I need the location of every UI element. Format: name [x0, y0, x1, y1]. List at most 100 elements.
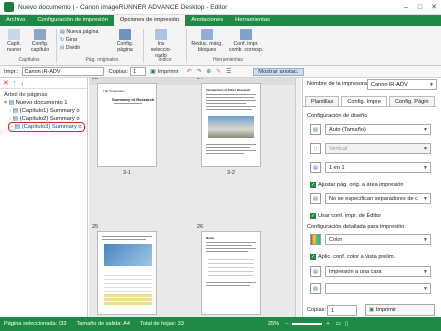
- view-icon[interactable]: ☰: [226, 69, 231, 75]
- vertical-scrollbar[interactable]: [295, 78, 301, 317]
- page-settings-label: Config. página: [116, 41, 134, 53]
- chevron-down-icon: ▼: [429, 82, 434, 88]
- tree-item-chapter3-label: (Capítulo3) Summary o: [21, 124, 82, 130]
- duplex-select[interactable]: Impresión a una cara ▼: [325, 266, 431, 277]
- rotate-button[interactable]: ↻ Girar: [60, 37, 77, 43]
- finishing-select[interactable]: ▼: [325, 283, 431, 294]
- zoom-slider[interactable]: [292, 323, 323, 325]
- tab-anotaciones[interactable]: Anotaciones: [185, 15, 229, 26]
- tree-item-chapter1-label: (Capítulo1) Summary o: [19, 108, 80, 114]
- chevron-down-icon: ▼: [423, 165, 428, 171]
- apply-color-preview-checkbox[interactable]: ✓: [310, 254, 316, 260]
- print-button-label: Imprimir: [375, 307, 397, 313]
- redo-icon[interactable]: ↷: [196, 69, 201, 75]
- combined-print-icon: [240, 29, 252, 40]
- page-table-highlight: [104, 294, 152, 306]
- group-label-index: Índice: [158, 57, 172, 63]
- fit-page-icon[interactable]: ▭: [336, 321, 341, 327]
- move-up-icon[interactable]: ↑: [13, 80, 17, 87]
- page-photo: [208, 116, 254, 138]
- maximize-button[interactable]: □: [413, 0, 427, 14]
- zoom-in-icon[interactable]: +: [326, 321, 329, 327]
- printer-select[interactable]: Canon iR-ADV: [21, 67, 104, 76]
- tab-archivo[interactable]: Archivo: [0, 15, 31, 26]
- copies-value: 1: [331, 308, 335, 314]
- page-thumbnail-23[interactable]: The Corporation Summary of Research: [97, 83, 157, 167]
- separator-value: No se especifican separadores de c: [329, 196, 418, 202]
- undo-icon[interactable]: ↶: [187, 69, 192, 75]
- orientation-select[interactable]: Vertical ▼: [325, 143, 431, 154]
- copies-label: Copias:: [108, 68, 129, 75]
- combined-print-button[interactable]: Conf. impr. comb. corresp.: [226, 29, 266, 53]
- page-settings-button[interactable]: Config. página: [112, 29, 138, 53]
- minimize-button[interactable]: –: [399, 0, 413, 14]
- reduce-margins-label: Reduc. márg. bloques: [191, 41, 223, 53]
- zoom-out-icon[interactable]: −: [285, 321, 288, 327]
- layout-select[interactable]: Auto (Tamaño) ▼: [325, 124, 431, 135]
- split-button[interactable]: ⊟ Dividir: [60, 45, 80, 51]
- tree-item-chapter1[interactable]: › ▤ (Capítulo1) Summary o: [9, 108, 80, 114]
- quick-toolbar: Impr.: Canon iR-ADV Copias: 1 ▣ Imprimir…: [0, 66, 441, 78]
- pen-icon[interactable]: ✎: [216, 69, 221, 75]
- chapter-settings-button[interactable]: Config. capítulo: [27, 29, 53, 53]
- single-page-icon[interactable]: ▯: [345, 321, 348, 327]
- move-down-icon[interactable]: ↓: [20, 80, 24, 87]
- page-thumbnail-25[interactable]: [97, 231, 157, 315]
- copies-input[interactable]: 1: [327, 305, 357, 316]
- tab-config-pagin[interactable]: Config. Págin: [388, 96, 435, 106]
- page-number: 25: [92, 224, 99, 230]
- copies-input[interactable]: 1: [130, 67, 147, 76]
- insert-selected-button[interactable]: Ins seleccio-nado: [147, 29, 175, 59]
- close-tree-icon[interactable]: ✕: [3, 79, 9, 87]
- print-button[interactable]: ▣ Imprimir: [365, 304, 435, 316]
- group-label-chapters: Capítulos: [18, 57, 40, 63]
- print-icon[interactable]: ▣: [150, 69, 155, 75]
- tab-plantillas[interactable]: Plantillas: [305, 96, 340, 106]
- page-thumbnail-24[interactable]: Introduction of Other Research: [201, 83, 261, 167]
- page-table: [208, 256, 254, 276]
- separator-select[interactable]: No se especifican separadores de c ▼: [325, 193, 431, 204]
- new-chapter-button[interactable]: Capít. nuevo: [3, 29, 25, 53]
- detailed-settings-heading: Configuración detallada para impresión: [307, 224, 405, 230]
- apply-color-preview-label: Aplic. conf. color a vista prelim.: [318, 254, 396, 260]
- close-button[interactable]: ✕: [427, 0, 441, 14]
- page-map-image: [104, 244, 152, 266]
- group-label-tools: Herramientas: [212, 57, 243, 63]
- split-label: Dividir: [65, 45, 81, 51]
- new-page-button[interactable]: ▤ Nueva página: [60, 29, 98, 35]
- print-settings-panel: Nombre de la impresora: Canon iR-ADV ▼ Pl…: [302, 78, 441, 317]
- tab-config-impre[interactable]: Config. Impre: [341, 96, 387, 106]
- zoom-icon[interactable]: ⊕: [206, 69, 211, 75]
- page-title: The Corporation: [103, 89, 125, 93]
- zoom-level: 25%: [267, 321, 280, 327]
- tab-configuracion-impresion[interactable]: Configuración de impresión: [31, 15, 114, 26]
- color-select[interactable]: Color ▼: [325, 234, 431, 245]
- fit-page-checkbox[interactable]: ✓: [310, 182, 316, 188]
- rotate-label: Girar: [65, 37, 78, 43]
- title-bar: Nuevo documento | - Canon imageRUNNER AD…: [0, 0, 441, 15]
- page-label: 3-2: [227, 170, 235, 176]
- page-thumbnail-26[interactable]: Name: [201, 231, 261, 315]
- chapter-icon: ▤: [12, 108, 20, 114]
- document-icon: ▤: [8, 100, 16, 106]
- printer-name-select[interactable]: Canon iR-ADV ▼: [367, 79, 437, 90]
- page-number: 23: [92, 78, 99, 81]
- tab-opciones-impresion[interactable]: Opciones de impresión: [113, 15, 186, 26]
- print-button[interactable]: Imprimir: [158, 69, 179, 75]
- reduce-margins-button[interactable]: Reduc. márg. bloques: [190, 29, 224, 53]
- chevron-down-icon: ▼: [423, 269, 428, 275]
- tree-item-document[interactable]: ▾ ▤ Nuevo documento 1: [4, 100, 68, 106]
- printer-label: Impr.:: [4, 68, 19, 75]
- pages-per-sheet-select[interactable]: 1 en 1 ▼: [325, 162, 431, 173]
- color-icon: [310, 234, 321, 245]
- tree-item-chapter3[interactable]: › ▤ (Capítulo3) Summary o: [8, 122, 85, 132]
- use-editor-settings-checkbox[interactable]: ✓: [310, 213, 316, 219]
- chapter-icon: ▤: [14, 124, 22, 130]
- show-annotations-button[interactable]: Mostrar anotac.: [253, 67, 304, 76]
- group-label-original-pages: Pág. originales: [85, 57, 119, 63]
- page-table: [104, 272, 152, 292]
- settings-tabs: Plantillas Config. Impre Config. Págin: [303, 96, 436, 107]
- page-number: 26: [197, 224, 204, 230]
- tab-herramientas[interactable]: Herramientas: [229, 15, 276, 26]
- page-label: 3-1: [123, 170, 131, 176]
